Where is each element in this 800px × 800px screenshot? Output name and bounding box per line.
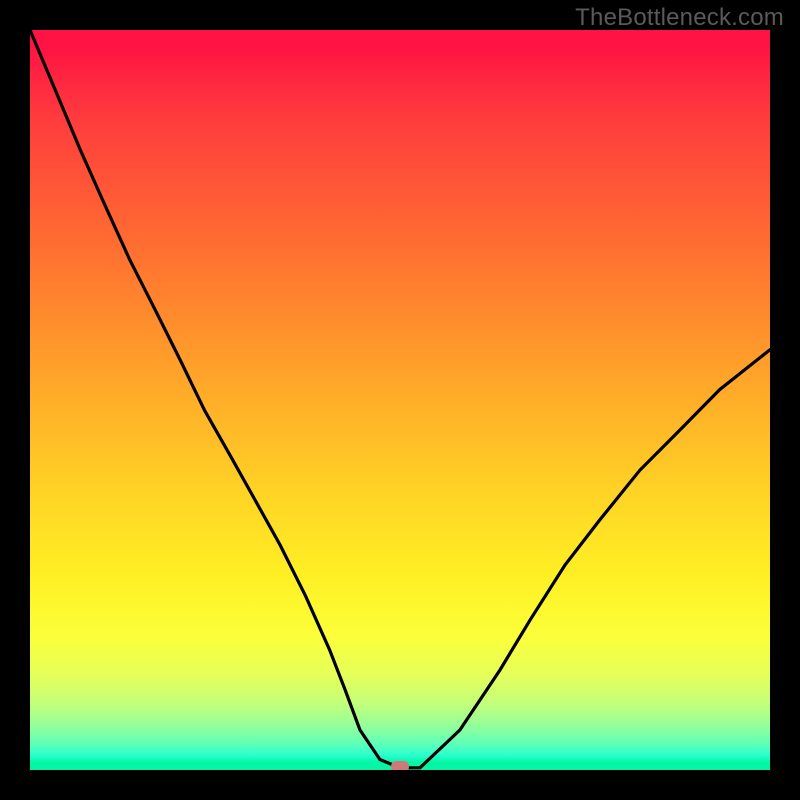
plot-area — [30, 30, 770, 770]
chart-container: TheBottleneck.com — [0, 0, 800, 800]
bottleneck-curve — [30, 30, 770, 770]
min-marker — [391, 761, 409, 770]
watermark-text: TheBottleneck.com — [575, 4, 784, 32]
